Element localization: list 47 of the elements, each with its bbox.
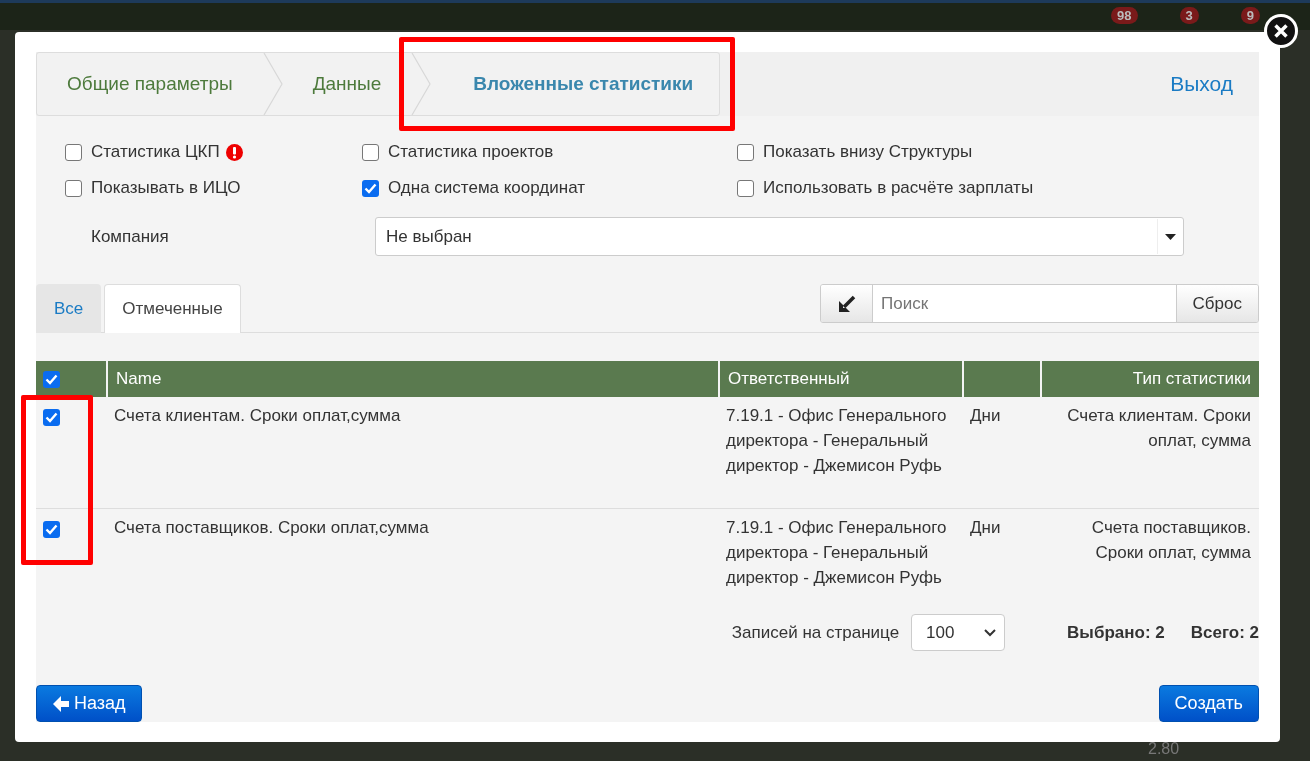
checkbox[interactable] (737, 179, 754, 197)
table-cell: Счета клиентам. Сроки оплат,сумма (106, 397, 718, 509)
column-header: Ответственный (718, 361, 962, 397)
table-cell-text: Счета поставщиков. Сроки оплат,сумма (113, 517, 430, 539)
notification-badge: 3 (1179, 7, 1199, 24)
back-button[interactable]: Назад (36, 685, 142, 722)
notification-badge: 9 (1240, 7, 1260, 24)
total-count: Всего: 2 (1190, 622, 1259, 643)
wizard-step[interactable]: Общие параметры (37, 73, 263, 95)
wizard-step[interactable]: Вложенные статистики (431, 73, 720, 95)
exit-link[interactable]: Выход (1170, 72, 1233, 96)
selected-count: Выбрано: 2 (1067, 622, 1165, 643)
table-cell: 7.19.1 - Офис Генерального директора - Генеральный директор - Джемисон Руфь (718, 397, 962, 509)
checkbox[interactable] (65, 143, 82, 161)
option-label: Статистика ЦКП (91, 142, 220, 162)
table-cell-text: Счета поставщиков. Сроки оплат, сумма (1090, 517, 1252, 564)
option-label: Показать внизу Структуры (763, 142, 973, 162)
checkbox[interactable] (43, 409, 60, 426)
option-label: Показывать в ИЦО (91, 178, 241, 198)
option-label: Одна система координат (388, 178, 586, 198)
arrow-left-icon (52, 694, 70, 713)
table-cell-text: 7.19.1 - Офис Генерального директора - Генеральный директор - Джемисон Руфь (725, 517, 948, 589)
checkbox[interactable] (65, 179, 82, 197)
checkbox[interactable] (43, 521, 60, 538)
column-header: Тип статистики (1040, 361, 1259, 397)
tab[interactable]: Отмеченные (104, 284, 241, 333)
table-cell: Дни (962, 397, 1040, 509)
checkbox[interactable] (43, 370, 60, 388)
tab[interactable]: Все (36, 284, 102, 333)
company-label: Компания (91, 226, 170, 247)
axis-label: 2.80 (1148, 740, 1180, 758)
page-size-select[interactable]: 100 (911, 614, 1006, 651)
option-label: Использовать в расчёте зарплаты (763, 178, 1034, 198)
option-label: Статистика проектов (388, 142, 554, 162)
checkbox[interactable] (737, 143, 754, 161)
wizard-step[interactable]: Данные (282, 73, 412, 95)
caret-icon (1165, 233, 1176, 240)
checkbox[interactable] (362, 179, 379, 197)
checkbox[interactable] (362, 143, 379, 161)
create-button[interactable]: Создать (1158, 685, 1259, 722)
company-select[interactable]: Не выбран (375, 217, 1184, 256)
page-size-label: Записей на странице (731, 622, 900, 643)
chevron-down-icon (984, 628, 997, 637)
notification-badge: 98 (1111, 7, 1138, 24)
column-header: Name (106, 361, 718, 397)
table-cell-text: Дни (969, 517, 1002, 539)
table-cell: Счета клиентам. Сроки оплат, сумма (1040, 397, 1259, 509)
